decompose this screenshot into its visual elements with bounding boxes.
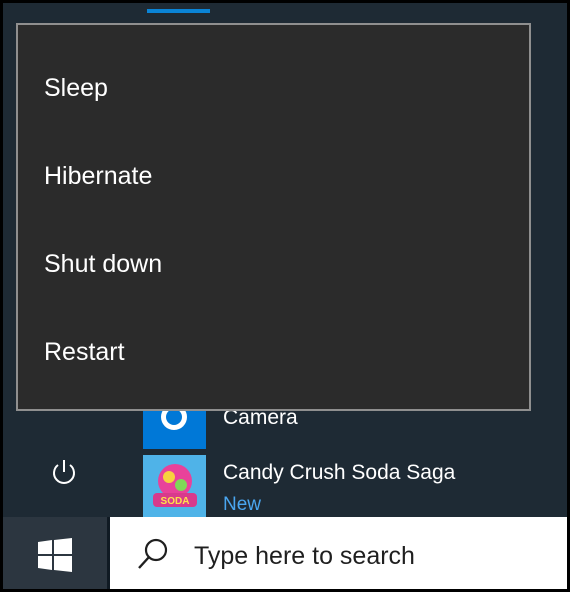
taskbar: Type here to search: [3, 517, 567, 589]
active-indicator: [147, 9, 210, 13]
power-button[interactable]: [41, 453, 87, 493]
menu-item-restart[interactable]: Restart: [18, 309, 529, 395]
windows-logo-icon: [38, 537, 72, 572]
menu-item-hibernate[interactable]: Hibernate: [18, 133, 529, 219]
menu-item-sleep[interactable]: Sleep: [18, 45, 529, 131]
menu-item-shut-down[interactable]: Shut down: [18, 221, 529, 307]
start-button[interactable]: [3, 517, 107, 589]
candy-crush-tile[interactable]: SODA: [143, 455, 206, 517]
screenshot-frame: Camera SODA Candy Crush Soda Saga New Sl…: [0, 0, 570, 592]
search-placeholder[interactable]: Type here to search: [194, 542, 415, 571]
candy-crush-icon: SODA: [143, 455, 206, 517]
svg-text:SODA: SODA: [161, 496, 190, 507]
power-options-menu: Sleep Hibernate Shut down Restart: [16, 23, 531, 411]
search-box[interactable]: Type here to search: [110, 517, 567, 589]
start-menu: Camera SODA Candy Crush Soda Saga New Sl…: [3, 3, 567, 517]
search-icon: [138, 538, 168, 569]
app-label-candy-crush[interactable]: Candy Crush Soda Saga: [223, 461, 455, 485]
new-badge: New: [223, 494, 262, 515]
power-icon: [53, 460, 75, 484]
